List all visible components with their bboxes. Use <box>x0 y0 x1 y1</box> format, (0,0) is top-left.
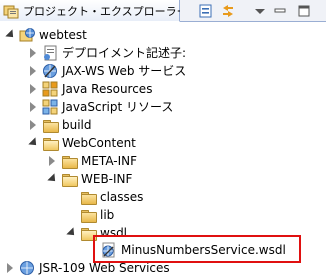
collapse-all-icon[interactable] <box>198 3 214 19</box>
collapse-toggle-icon[interactable] <box>48 156 58 166</box>
tree-item-meta-inf[interactable]: META-INF <box>48 152 137 170</box>
collapse-toggle-icon[interactable] <box>29 48 39 58</box>
folder-icon <box>42 135 59 151</box>
highlight-box <box>93 235 301 263</box>
view-menu-icon[interactable] <box>252 3 268 19</box>
tree-item-webtest[interactable]: webtest <box>6 26 87 44</box>
collapse-toggle-icon[interactable] <box>29 120 39 130</box>
tree-item-build[interactable]: build <box>29 116 92 134</box>
minimize-icon[interactable] <box>272 3 288 19</box>
java-resources-icon <box>42 81 58 97</box>
folder-icon <box>61 171 78 187</box>
view-title: プロジェクト・エクスプローラー <box>23 4 188 18</box>
jsr109-icon <box>19 260 35 276</box>
tree-item-deployment-descriptor[interactable]: デプロイメント記述子: <box>29 44 186 62</box>
project-explorer-icon <box>3 3 19 19</box>
collapse-toggle-icon[interactable] <box>29 84 39 94</box>
collapse-toggle-icon[interactable] <box>29 102 39 112</box>
tree-item-java-resources[interactable]: Java Resources <box>29 80 152 98</box>
folder-icon <box>80 189 97 205</box>
tree-item-lib[interactable]: lib <box>80 206 114 224</box>
tree-item-web-inf[interactable]: WEB-INF <box>48 170 132 188</box>
tree-item-javascript-resources[interactable]: JavaScript リソース <box>29 98 173 116</box>
folder-icon <box>42 117 59 133</box>
collapse-toggle-icon[interactable] <box>6 263 16 273</box>
collapse-toggle-icon[interactable] <box>29 66 39 76</box>
link-editor-icon[interactable] <box>220 3 236 19</box>
expand-toggle-icon[interactable] <box>29 138 39 148</box>
folder-icon <box>80 207 97 223</box>
expand-toggle-icon[interactable] <box>67 228 77 238</box>
view-tab[interactable]: プロジェクト・エクスプローラー ☒ <box>0 0 206 22</box>
deployment-descriptor-icon <box>42 45 58 61</box>
javascript-resources-icon <box>42 99 58 115</box>
expand-toggle-icon[interactable] <box>48 174 58 184</box>
tree-item-webcontent[interactable]: WebContent <box>29 134 136 152</box>
jaxws-icon <box>42 63 58 79</box>
tree-item-jaxws[interactable]: JAX-WS Web サービス <box>29 62 186 80</box>
tree-item-classes[interactable]: classes <box>80 188 143 206</box>
web-project-icon <box>19 27 35 43</box>
expand-toggle-icon[interactable] <box>6 30 16 40</box>
folder-icon <box>61 153 78 169</box>
maximize-icon[interactable] <box>296 3 312 19</box>
